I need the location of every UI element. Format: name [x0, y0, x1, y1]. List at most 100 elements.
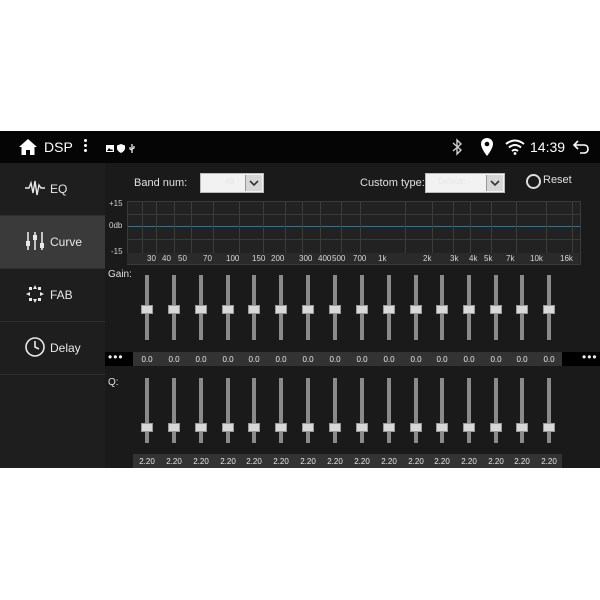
q-slider[interactable]	[516, 378, 528, 443]
y-axis-label: -15	[111, 247, 123, 256]
slider-knob[interactable]	[356, 305, 368, 314]
gain-slider[interactable]	[410, 275, 422, 340]
chevron-down-icon	[245, 175, 262, 191]
sidebar-item-label: Delay	[50, 341, 81, 355]
gain-slider[interactable]	[463, 275, 475, 340]
slider-knob[interactable]	[516, 423, 528, 432]
slider-knob[interactable]	[543, 305, 555, 314]
slider-knob[interactable]	[195, 423, 207, 432]
reset-radio[interactable]	[526, 174, 541, 189]
q-slider[interactable]	[329, 378, 341, 443]
slider-knob[interactable]	[195, 305, 207, 314]
q-slider[interactable]	[490, 378, 502, 443]
slider-knob[interactable]	[543, 423, 555, 432]
back-icon[interactable]	[572, 139, 590, 155]
slider-knob[interactable]	[383, 305, 395, 314]
slider-knob[interactable]	[302, 305, 314, 314]
q-slider[interactable]	[543, 378, 555, 443]
gain-slider[interactable]	[141, 275, 153, 340]
slider-knob[interactable]	[329, 305, 341, 314]
q-slider[interactable]	[410, 378, 422, 443]
slider-knob[interactable]	[329, 423, 341, 432]
slider-knob[interactable]	[248, 423, 260, 432]
slider-track	[252, 378, 256, 443]
graph-gridline	[128, 239, 580, 240]
frequency-label: 70	[203, 254, 212, 263]
band-num-select[interactable]: 48	[200, 173, 264, 193]
slider-knob[interactable]	[275, 305, 287, 314]
slider-knob[interactable]	[168, 305, 180, 314]
sidebar-item-fab[interactable]: FAB	[0, 269, 105, 322]
sidebar-item-eq[interactable]: EQ	[0, 163, 105, 216]
home-icon[interactable]	[18, 138, 38, 156]
slider-track	[467, 378, 471, 443]
gain-slider[interactable]	[275, 275, 287, 340]
slider-knob[interactable]	[356, 423, 368, 432]
q-value: 2.20	[220, 457, 236, 466]
graph-gridline	[128, 214, 580, 215]
slider-knob[interactable]	[275, 423, 287, 432]
sidebar-item-delay[interactable]: Delay	[0, 322, 105, 375]
q-value: 2.20	[300, 457, 316, 466]
slider-knob[interactable]	[410, 305, 422, 314]
slider-knob[interactable]	[222, 423, 234, 432]
scroll-right-more[interactable]: •••	[582, 350, 598, 364]
slider-knob[interactable]	[168, 423, 180, 432]
slider-knob[interactable]	[383, 423, 395, 432]
slider-knob[interactable]	[516, 305, 528, 314]
slider-knob[interactable]	[248, 305, 260, 314]
gain-value: 0.0	[436, 355, 448, 364]
gain-slider[interactable]	[302, 275, 314, 340]
q-slider[interactable]	[383, 378, 395, 443]
frequency-label: 16k	[560, 254, 573, 263]
q-slider[interactable]	[463, 378, 475, 443]
gain-slider[interactable]	[168, 275, 180, 340]
slider-knob[interactable]	[141, 423, 153, 432]
q-slider[interactable]	[248, 378, 260, 443]
gain-slider[interactable]	[356, 275, 368, 340]
slider-knob[interactable]	[141, 305, 153, 314]
slider-knob[interactable]	[222, 305, 234, 314]
reset-label[interactable]: Reset	[543, 174, 572, 186]
band-num-value: 48	[225, 177, 235, 186]
q-slider[interactable]	[141, 378, 153, 443]
q-slider[interactable]	[302, 378, 314, 443]
q-slider[interactable]	[168, 378, 180, 443]
curve-panel: Band num: 48 Custom type: Default: Reset…	[105, 163, 600, 468]
slider-knob[interactable]	[436, 423, 448, 432]
q-slider[interactable]	[356, 378, 368, 443]
gain-slider[interactable]	[543, 275, 555, 340]
gain-value: 0.0	[410, 355, 422, 364]
q-slider[interactable]	[275, 378, 287, 443]
gain-slider[interactable]	[329, 275, 341, 340]
gain-slider[interactable]	[195, 275, 207, 340]
gain-slider[interactable]	[490, 275, 502, 340]
q-slider[interactable]	[222, 378, 234, 443]
slider-knob[interactable]	[463, 305, 475, 314]
scroll-left-more[interactable]: •••	[108, 350, 124, 364]
q-slider[interactable]	[195, 378, 207, 443]
gain-slider[interactable]	[222, 275, 234, 340]
gain-slider[interactable]	[436, 275, 448, 340]
sidebar-item-curve[interactable]: Curve	[0, 216, 105, 269]
gain-slider[interactable]	[516, 275, 528, 340]
more-vert-icon[interactable]	[82, 137, 88, 157]
bluetooth-icon	[452, 138, 463, 156]
slider-knob[interactable]	[302, 423, 314, 432]
chevron-down-icon	[486, 175, 503, 191]
custom-type-select[interactable]: Default:	[425, 173, 505, 193]
slider-knob[interactable]	[436, 305, 448, 314]
slider-track	[387, 378, 391, 443]
status-bar: DSP 14:39	[0, 131, 600, 163]
gain-value: 0.0	[383, 355, 395, 364]
q-value: 2.20	[327, 457, 343, 466]
gain-slider[interactable]	[383, 275, 395, 340]
gain-slider[interactable]	[248, 275, 260, 340]
q-slider[interactable]	[436, 378, 448, 443]
q-value: 2.20	[461, 457, 477, 466]
slider-knob[interactable]	[490, 423, 502, 432]
slider-knob[interactable]	[410, 423, 422, 432]
q-value: 2.20	[166, 457, 182, 466]
slider-knob[interactable]	[490, 305, 502, 314]
slider-knob[interactable]	[463, 423, 475, 432]
